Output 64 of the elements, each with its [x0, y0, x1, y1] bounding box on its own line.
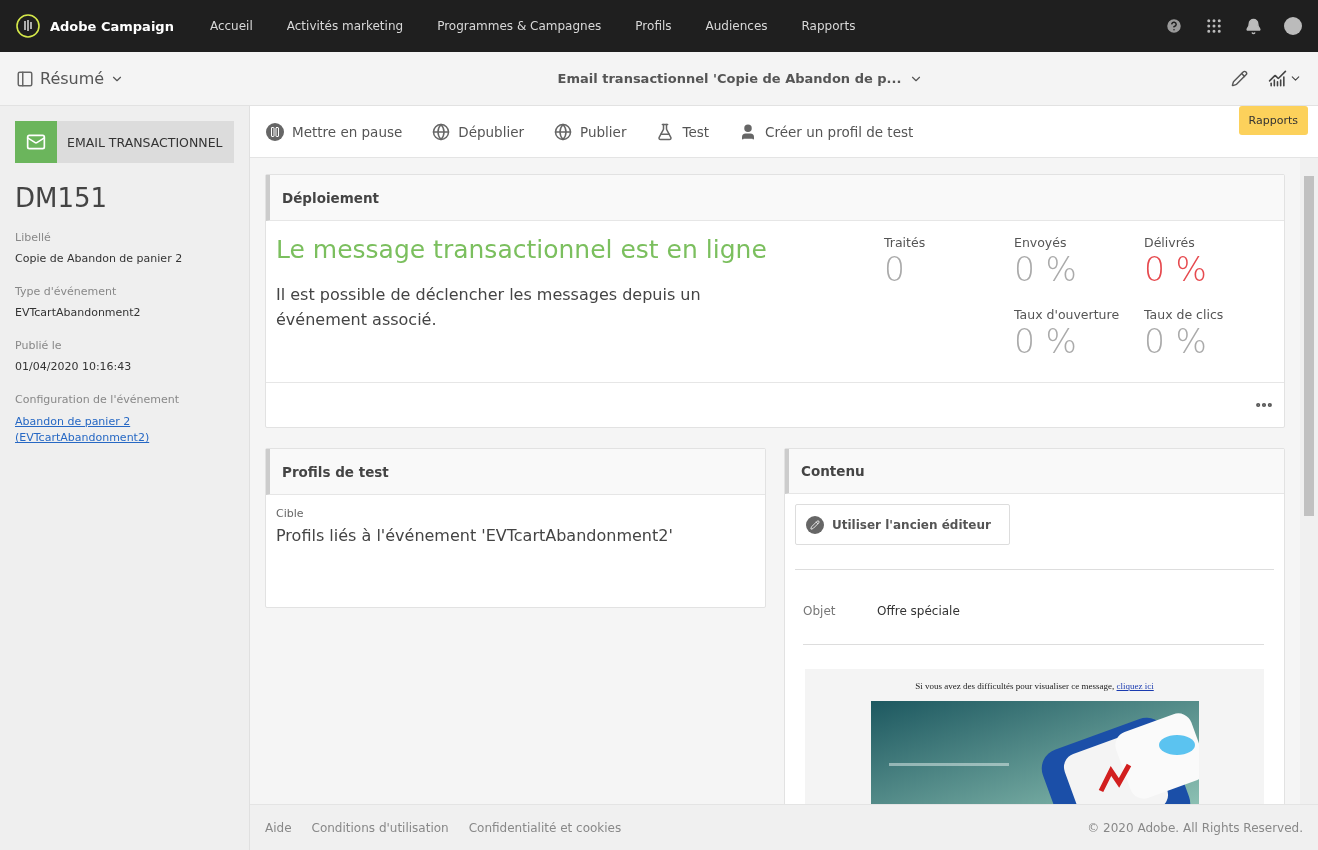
title-dropdown[interactable]: Email transactionnel 'Copie de Abandon de p...: [557, 71, 924, 86]
app-title: Adobe Campaign: [50, 18, 174, 34]
pause-icon: [266, 122, 284, 141]
stat-label: Traités: [884, 235, 927, 250]
delivery-id: DM151: [15, 183, 109, 213]
nav-link[interactable]: Profils: [635, 19, 672, 33]
event-link[interactable]: Abandon de panier 2 (EVTcartAbandonment2): [15, 414, 234, 446]
target-label: Cible: [276, 507, 305, 520]
toolbar-button[interactable]: Dépublier: [432, 122, 525, 141]
field-label: Configuration de l'événement: [15, 393, 180, 406]
status-text: Le message transactionnel est en ligne: [276, 235, 767, 264]
chart-icon: [1268, 69, 1287, 88]
mail-icon: [15, 121, 57, 163]
flask-icon: [656, 122, 675, 141]
help-icon[interactable]: [1165, 17, 1183, 35]
nav-link[interactable]: Audiences: [705, 19, 768, 33]
toolbar-button[interactable]: Test: [656, 122, 710, 141]
toolbar-button[interactable]: Publier: [554, 122, 627, 141]
field-label: Type d'événement: [15, 285, 118, 298]
stat-label: Taux d'ouverture: [1014, 306, 1121, 322]
preview-notice: Si vous avez des difficultés pour visualiser ce message, cliquez ici: [915, 680, 1154, 691]
card-header: Profils de test: [266, 449, 765, 495]
preview-link[interactable]: cliquez ici: [1116, 680, 1154, 691]
stat-value: 0: [884, 250, 906, 290]
copyright: © 2020 Adobe. All Rights Reserved.: [1087, 820, 1303, 835]
reports-button[interactable]: [1268, 69, 1302, 88]
nav-link[interactable]: Accueil: [209, 19, 253, 33]
field-label: Libellé: [15, 231, 52, 244]
nav-link[interactable]: Activités marketing: [286, 19, 404, 33]
stat-value: 0 %: [1144, 321, 1208, 362]
stat-value: 0 %: [1014, 321, 1078, 362]
target-value: Profils liés à l'événement 'EVTcartAbandonment2': [276, 526, 674, 545]
type-label: EMAIL TRANSACTIONNEL: [67, 134, 223, 150]
scrollbar[interactable]: [1300, 158, 1318, 804]
field-label: Publié le: [15, 339, 63, 352]
subject-value: Offre spéciale: [877, 603, 960, 618]
field-value: EVTcartAbandonment2: [15, 306, 142, 319]
status-description: Il est possible de déclencher les messages depuis un événement associé.: [276, 284, 702, 331]
apps-grid-icon[interactable]: [1205, 17, 1223, 35]
toolbar-button[interactable]: Créer un profil de test: [739, 122, 914, 141]
edit-icon[interactable]: [1231, 70, 1248, 87]
stat-value: 0 %: [1144, 250, 1208, 290]
logo-icon: [16, 14, 40, 38]
panel-icon: [16, 69, 34, 88]
bell-icon[interactable]: [1245, 17, 1262, 35]
field-value: Copie de Abandon de panier 2: [15, 252, 184, 265]
pencil-icon: [806, 515, 824, 534]
toolbar-button[interactable]: Mettre en pause: [266, 122, 403, 141]
card-header: Déploiement: [266, 175, 1284, 221]
avatar[interactable]: [1284, 17, 1302, 35]
globe-icon: [432, 122, 451, 141]
view-dropdown[interactable]: Résumé: [16, 69, 250, 88]
subject-label: Objet: [803, 603, 837, 618]
nav-link[interactable]: Programmes & Campagnes: [437, 19, 602, 33]
tooltip: Rapports: [1238, 106, 1308, 135]
globe-icon: [554, 122, 573, 141]
nav-link[interactable]: Rapports: [801, 19, 856, 33]
stat-value: 0 %: [1014, 250, 1078, 290]
legacy-editor-button[interactable]: Utiliser l'ancien éditeur: [795, 504, 1010, 545]
stat-label: Envoyés: [1014, 235, 1068, 250]
field-value: 01/04/2020 10:16:43: [15, 360, 133, 373]
card-header: Contenu: [785, 449, 1284, 495]
stat-label: Délivrés: [1144, 235, 1196, 250]
stat-label: Taux de clics: [1144, 306, 1225, 322]
